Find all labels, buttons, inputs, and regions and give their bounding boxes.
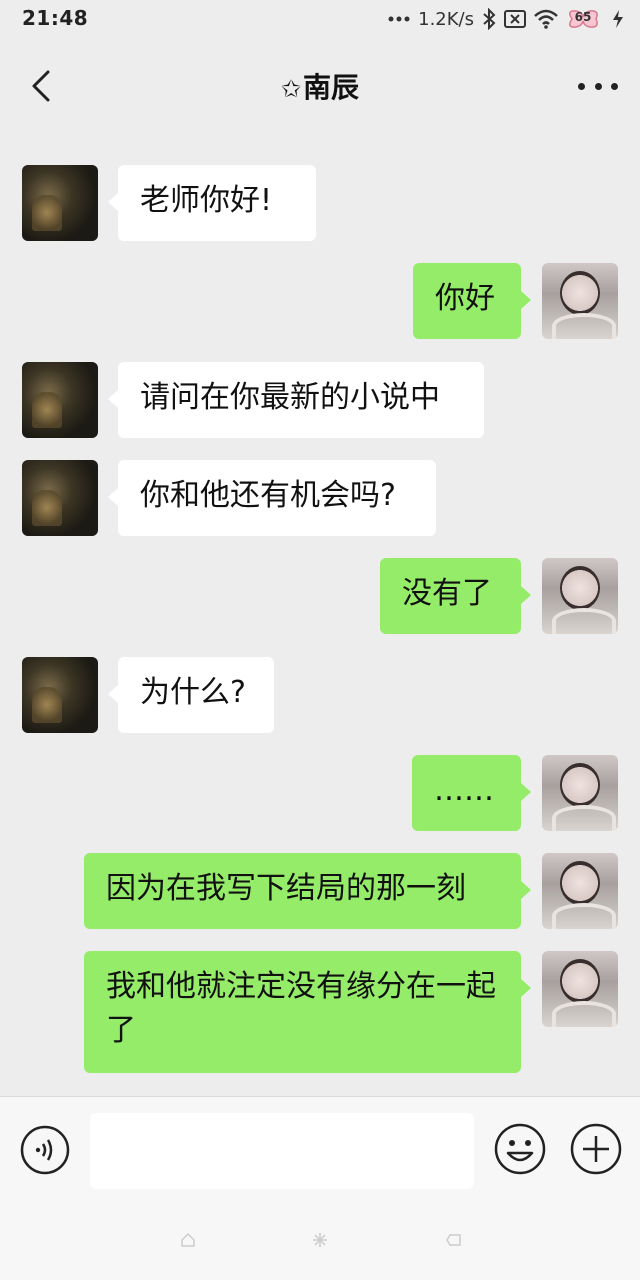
status-bar: 21:48 1.2K/s 65	[0, 0, 640, 40]
voice-icon[interactable]	[20, 1125, 70, 1175]
battery-icon: 65	[566, 8, 604, 30]
message-bubble-sent[interactable]: 没有了	[380, 558, 531, 634]
wifi-icon	[534, 9, 558, 29]
star-icon: ✩	[280, 75, 302, 103]
network-speed: 1.2K/s	[418, 8, 474, 30]
message-bubble-received[interactable]: 你和他还有机会吗?	[108, 460, 436, 536]
message-bubble-sent[interactable]: 因为在我写下结局的那一刻	[84, 853, 531, 929]
message-bubble-sent[interactable]: 你好	[413, 263, 531, 339]
contact-name: 南辰	[303, 71, 360, 104]
my-avatar[interactable]	[542, 558, 618, 634]
contact-avatar[interactable]	[22, 362, 98, 438]
message-bubble-received[interactable]: 为什么?	[108, 657, 274, 733]
home-nav-icon[interactable]	[180, 1232, 196, 1248]
my-avatar[interactable]	[542, 951, 618, 1027]
input-bar	[0, 1096, 640, 1204]
charging-icon	[612, 9, 624, 29]
dots-icon	[388, 15, 410, 23]
bluetooth-icon	[482, 8, 496, 30]
sim-off-icon	[504, 10, 526, 28]
emoji-icon[interactable]	[494, 1123, 546, 1175]
status-icons: 1.2K/s 65	[388, 6, 624, 32]
status-time: 21:48	[22, 6, 89, 30]
my-avatar[interactable]	[542, 853, 618, 929]
message-bubble-received[interactable]: 老师你好!	[108, 165, 316, 241]
plus-icon[interactable]	[570, 1123, 622, 1175]
contact-avatar[interactable]	[22, 460, 98, 536]
message-bubble-received[interactable]: 请问在你最新的小说中	[108, 362, 484, 438]
menu-nav-icon[interactable]	[312, 1232, 328, 1248]
chat-header: ✩南辰	[0, 40, 640, 132]
back-nav-icon[interactable]	[446, 1232, 462, 1248]
contact-avatar[interactable]	[22, 165, 98, 241]
system-nav-bar	[0, 1204, 640, 1280]
my-avatar[interactable]	[542, 755, 618, 831]
my-avatar[interactable]	[542, 263, 618, 339]
contact-avatar[interactable]	[22, 657, 98, 733]
chat-title: ✩南辰	[0, 66, 640, 106]
message-bubble-sent[interactable]: 我和他就注定没有缘分在一起了	[84, 951, 531, 1073]
battery-level: 65	[574, 10, 592, 24]
message-input[interactable]	[90, 1113, 474, 1189]
message-bubble-sent[interactable]: ……	[412, 755, 531, 831]
more-icon[interactable]	[578, 74, 618, 98]
